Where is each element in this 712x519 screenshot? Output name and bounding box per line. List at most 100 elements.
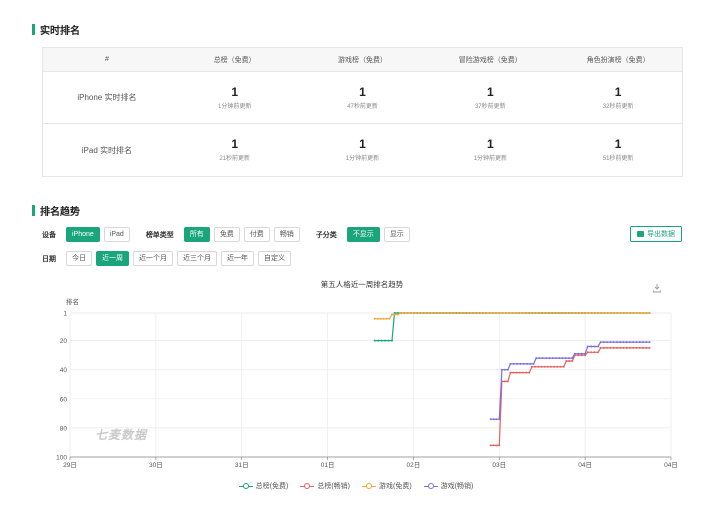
row-label: iPad 实时排名 [81, 145, 133, 155]
series-point [517, 312, 520, 314]
date-chip-month[interactable]: 近一个月 [133, 251, 173, 266]
series-point [508, 312, 511, 314]
series-point [645, 341, 648, 344]
series-point [565, 312, 568, 314]
legend-item[interactable]: 总榜(免费) [238, 481, 289, 491]
series-point [397, 313, 399, 316]
series-point [479, 312, 482, 314]
series-point [399, 312, 402, 314]
series-point [648, 341, 651, 344]
legend-label: 总榜(免费) [255, 483, 289, 490]
series-point [538, 357, 541, 360]
date-chip-year[interactable]: 近一年 [221, 251, 254, 266]
series-point [629, 312, 632, 314]
series-point [388, 317, 391, 320]
legend-item[interactable]: 游戏(畅销) [423, 481, 473, 491]
series-point [642, 341, 644, 344]
date-chip-custom[interactable]: 自定义 [258, 251, 291, 266]
list-type-chip-paid[interactable]: 付费 [243, 227, 270, 242]
series-point [638, 346, 641, 349]
series-point [379, 317, 382, 320]
series-point [612, 346, 615, 349]
series-point [616, 312, 619, 314]
rank-cell: 1 1分钟前更新 [171, 72, 299, 123]
rank-cell: 1 47秒前更新 [299, 72, 427, 123]
series-point [603, 312, 606, 314]
date-chip-today[interactable]: 今日 [66, 251, 92, 266]
series-point [626, 312, 629, 314]
series-point [568, 360, 571, 362]
rank-cell: 1 37秒前更新 [426, 72, 554, 123]
legend-swatch [238, 483, 253, 490]
series-point [385, 317, 388, 320]
list-type-chip-grossing[interactable]: 畅销 [273, 227, 300, 242]
series-point [571, 357, 574, 360]
series-point [559, 365, 562, 368]
legend-dot [427, 483, 434, 489]
date-chip-3months[interactable]: 近三个月 [177, 251, 217, 266]
list-type-chip-all[interactable]: 所有 [183, 227, 210, 242]
series-point [609, 346, 612, 349]
series-point [525, 371, 528, 374]
series-point [553, 365, 556, 368]
date-filter-row: 日期 今日 近一周 近一个月 近三个月 近一年 自定义 [42, 251, 295, 266]
realtime-section-title: 实时排名 [32, 22, 80, 37]
export-data-button[interactable]: 导出数据 [630, 226, 682, 242]
series-point [635, 312, 638, 314]
series-point [645, 346, 648, 349]
series-point [511, 312, 514, 314]
device-chip-ipad[interactable]: iPad [103, 227, 130, 242]
list-type-chip-free[interactable]: 免费 [213, 227, 240, 242]
series-point [619, 312, 622, 314]
series-point [612, 341, 615, 344]
series-point [512, 371, 515, 374]
series-point [599, 341, 602, 344]
legend-item[interactable]: 游戏(免费) [362, 481, 412, 491]
series-point [492, 418, 495, 421]
series-point [391, 313, 393, 316]
series-point [632, 312, 635, 314]
series-point [590, 351, 593, 354]
series-point [537, 365, 540, 368]
series-point [561, 357, 564, 360]
series-point [529, 362, 532, 365]
series-point [541, 357, 544, 360]
legend-item[interactable]: 总榜(畅销) [300, 481, 350, 491]
series-point [409, 312, 412, 314]
update-time: 32秒前更新 [602, 103, 634, 110]
series-point [623, 312, 625, 314]
subcat-chip-hide[interactable]: 不显示 [346, 227, 380, 242]
series-point [533, 312, 536, 314]
series-point [441, 312, 443, 314]
list-type-label: 榜单类型 [145, 231, 174, 239]
series-point [536, 312, 539, 314]
series-point [593, 345, 596, 348]
series-point [559, 312, 562, 314]
series-point [540, 312, 542, 314]
series-point [556, 365, 559, 368]
series-point [373, 317, 376, 320]
series-point [503, 380, 506, 383]
series-point [527, 312, 530, 314]
device-chip-iphone[interactable]: iPhone [66, 227, 100, 242]
x-tick-label: 30日 [149, 461, 163, 469]
series-point [568, 357, 570, 360]
table-header-cell: # [104, 56, 109, 63]
trend-section-title: 排名趋势 [32, 203, 80, 218]
y-tick-label: 60 [60, 396, 68, 403]
title-accent-bar [32, 24, 35, 35]
series-point [444, 312, 447, 314]
y-tick-label: 20 [60, 338, 68, 345]
series-point [509, 362, 512, 365]
series-point [619, 341, 622, 344]
date-chip-week[interactable]: 近一周 [96, 251, 129, 266]
series-point [463, 312, 466, 314]
legend-dot [242, 483, 249, 489]
series-point [615, 346, 618, 349]
series-line [490, 347, 650, 446]
series-point [635, 341, 638, 344]
update-time: 47秒前更新 [347, 103, 378, 110]
subcat-chip-show[interactable]: 显示 [383, 227, 410, 242]
trend-title-text: 排名趋势 [40, 207, 80, 218]
y-tick-label: 1 [63, 311, 67, 318]
